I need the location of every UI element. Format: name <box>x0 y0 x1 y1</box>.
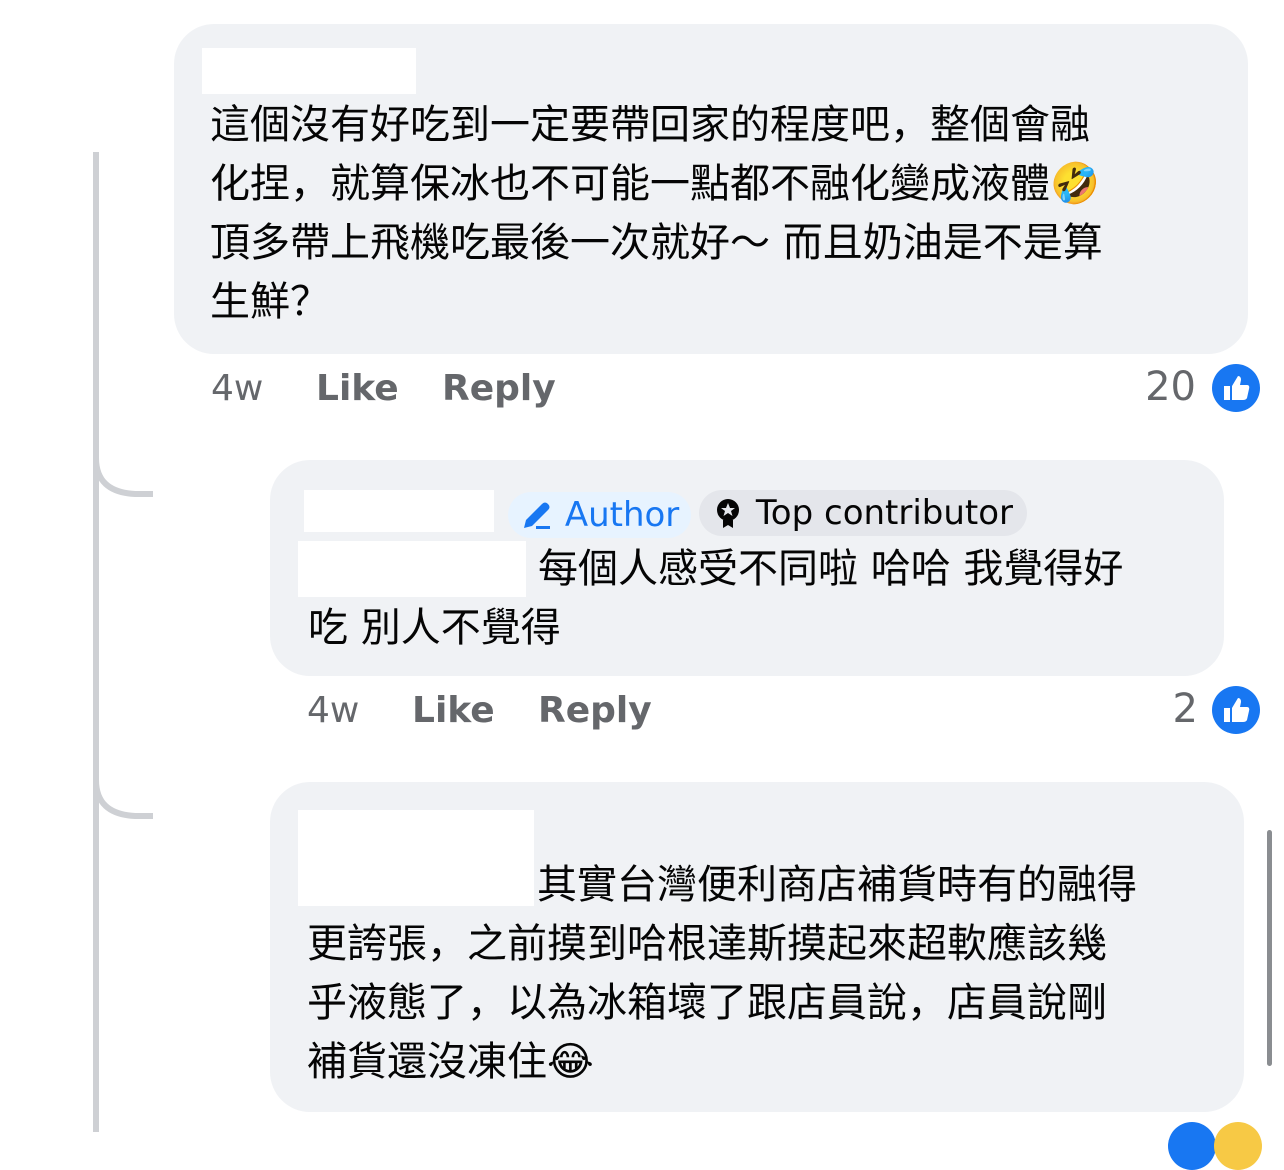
like-button[interactable]: Like <box>412 690 538 731</box>
reply-text-line: 乎液態了，以為冰箱壞了跟店員說，店員說剛 <box>307 980 1107 1026</box>
haha-reaction-icon[interactable] <box>1214 1122 1262 1170</box>
redacted-author-name <box>304 490 494 532</box>
like-reaction-icon[interactable] <box>1168 1122 1216 1170</box>
like-reaction-icon[interactable] <box>1212 364 1260 412</box>
scrollbar[interactable] <box>1267 830 1272 1066</box>
reply-text-line: 其實台灣便利商店補貨時有的融得 <box>537 862 1137 908</box>
reply-text-line: 更誇張，之前摸到哈根達斯摸起來超軟應該幾 <box>307 921 1107 967</box>
award-icon <box>717 499 739 528</box>
reply-text: 每個人感受不同啦 哈哈 我覺得好 吃 別人不覺得 <box>308 540 1123 658</box>
reply-text-line: 吃 別人不覺得 <box>308 605 561 651</box>
rolling-laughing-emoji: 🤣 <box>1050 161 1100 207</box>
like-button[interactable]: Like <box>316 368 442 409</box>
reply-text-line: 補貨還沒凍住😂 <box>307 1039 594 1085</box>
like-reaction-icon[interactable] <box>1212 686 1260 734</box>
reply-text: 其實台灣便利商店補貨時有的融得 更誇張，之前摸到哈根達斯摸起來超軟應該幾 乎液態… <box>307 856 1137 1092</box>
comment-text-line: 頂多帶上飛機吃最後一次就好～ 而且奶油是不是算 <box>210 220 1103 266</box>
reply-timestamp[interactable]: 4w <box>307 690 412 731</box>
redacted-author-name <box>202 48 416 94</box>
top-contributor-badge: Top contributor <box>699 490 1028 536</box>
author-badge-label: Author <box>564 495 680 535</box>
comment-actions: 4w Like Reply <box>211 368 556 409</box>
comment-timestamp[interactable]: 4w <box>211 368 316 409</box>
reaction-count[interactable]: 2 <box>1140 686 1198 732</box>
reply-button[interactable]: Reply <box>442 368 556 409</box>
comment-text: 這個沒有好吃到一定要帶回家的程度吧，整個會融 化捏，就算保冰也不可能一點都不融化… <box>210 96 1103 332</box>
comment-text-line: 化捏，就算保冰也不可能一點都不融化變成液體🤣 <box>210 161 1100 207</box>
comment-text-line: 這個沒有好吃到一定要帶回家的程度吧，整個會融 <box>210 102 1090 148</box>
reply-connector <box>93 430 153 497</box>
author-badge: Author <box>508 492 692 538</box>
pencil-icon <box>524 502 550 529</box>
reply-actions: 4w Like Reply <box>307 690 652 731</box>
reply-connector <box>93 752 153 819</box>
reply-text-line: 每個人感受不同啦 哈哈 我覺得好 <box>538 546 1124 592</box>
reaction-count[interactable]: 20 <box>1120 364 1196 410</box>
reply-button[interactable]: Reply <box>538 690 652 731</box>
top-contributor-label: Top contributor <box>755 493 1014 533</box>
tears-of-joy-emoji: 😂 <box>547 1039 594 1085</box>
comment-text-line: 生鮮？ <box>210 279 330 325</box>
thread-line <box>93 152 99 1132</box>
